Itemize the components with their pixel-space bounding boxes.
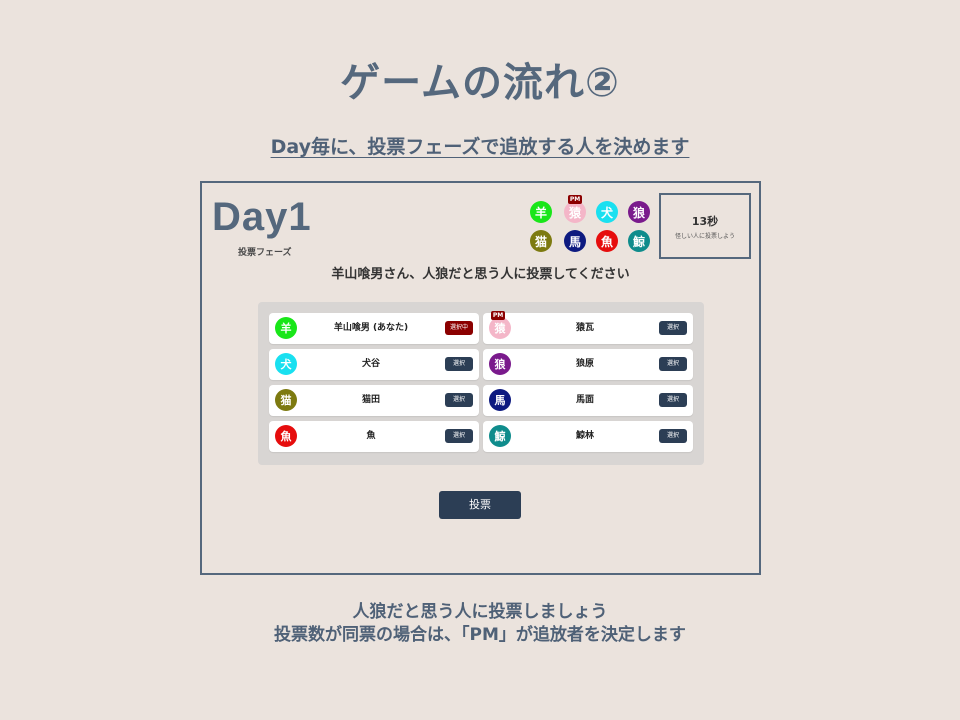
player-name: 馬面 <box>575 395 594 405</box>
player-list: 羊 羊山喰男 (あなた) 選択中 猿 PM 猿瓦 選択 犬 犬谷 選択 狼 狼原… <box>258 302 704 465</box>
select-button[interactable]: 選択 <box>445 393 473 407</box>
slide-subtitle-text: Day毎に、投票フェーズで追放する人を決めます <box>270 136 690 158</box>
footer-line-1: 人狼だと思う人に投票しましょう <box>352 602 608 622</box>
vote-button[interactable]: 投票 <box>439 491 521 519</box>
vote-instruction: 羊山喰男さん、人狼だと思う人に投票してください <box>331 267 630 282</box>
chip-dog-icon: 犬 <box>596 201 618 223</box>
timer-value: 13秒 <box>691 215 719 228</box>
pm-badge: PM <box>491 311 505 320</box>
player-name: 羊山喰男 (あなた) <box>333 323 409 333</box>
player-row[interactable]: 羊 羊山喰男 (あなた) 選択中 <box>269 313 479 344</box>
horse-icon: 馬 <box>489 389 511 411</box>
chip-monkey-icon: 猿 <box>564 201 586 223</box>
select-button[interactable]: 選択 <box>659 429 687 443</box>
player-row[interactable]: 狼 狼原 選択 <box>483 349 693 380</box>
game-screen-frame: Day1 投票フェーズ 羊 猿 PM 犬 狼 猫 馬 魚 鯨 13秒 怪しい人に… <box>200 181 761 575</box>
dog-icon: 犬 <box>275 353 297 375</box>
pm-badge: PM <box>568 195 582 204</box>
timer-hint: 怪しい人に投票しよう <box>674 233 735 240</box>
player-name: 鯨林 <box>575 431 594 441</box>
player-name: 魚 <box>366 431 376 441</box>
chip-horse-icon: 馬 <box>564 230 586 252</box>
monkey-icon: 猿 <box>489 317 511 339</box>
select-button[interactable]: 選択 <box>659 321 687 335</box>
whale-icon: 鯨 <box>489 425 511 447</box>
player-row[interactable]: 鯨 鯨林 選択 <box>483 421 693 452</box>
slide-title: ゲームの流れ② <box>340 60 620 106</box>
select-button[interactable]: 選択 <box>445 429 473 443</box>
player-row[interactable]: 猫 猫田 選択 <box>269 385 479 416</box>
chip-cat-icon: 猫 <box>530 230 552 252</box>
wolf-icon: 狼 <box>489 353 511 375</box>
player-row[interactable]: 犬 犬谷 選択 <box>269 349 479 380</box>
slide-subtitle: Day毎に、投票フェーズで追放する人を決めます <box>0 132 960 159</box>
player-name: 狼原 <box>575 359 594 369</box>
select-button[interactable]: 選択中 <box>445 321 473 335</box>
timer-box: 13秒 怪しい人に投票しよう <box>659 193 751 259</box>
player-name: 犬谷 <box>361 359 380 369</box>
phase-label: 投票フェーズ <box>238 248 292 258</box>
day-title: Day1 <box>212 195 312 239</box>
player-row[interactable]: 猿 PM 猿瓦 選択 <box>483 311 693 344</box>
sheep-icon: 羊 <box>275 317 297 339</box>
player-row[interactable]: 馬 馬面 選択 <box>483 385 693 416</box>
chip-sheep-icon: 羊 <box>530 201 552 223</box>
player-chips: 羊 猿 PM 犬 狼 猫 馬 魚 鯨 <box>530 195 654 258</box>
select-button[interactable]: 選択 <box>659 357 687 371</box>
cat-icon: 猫 <box>275 389 297 411</box>
chip-whale-icon: 鯨 <box>628 230 650 252</box>
footer-line-2: 投票数が同票の場合は、「PM」が追放者を決定します <box>274 625 686 645</box>
player-row[interactable]: 魚 魚 選択 <box>269 421 479 452</box>
player-name: 猿瓦 <box>575 323 594 333</box>
select-button[interactable]: 選択 <box>445 357 473 371</box>
player-name: 猫田 <box>361 395 380 405</box>
select-button[interactable]: 選択 <box>659 393 687 407</box>
fish-icon: 魚 <box>275 425 297 447</box>
chip-wolf-icon: 狼 <box>628 201 650 223</box>
chip-fish-icon: 魚 <box>596 230 618 252</box>
